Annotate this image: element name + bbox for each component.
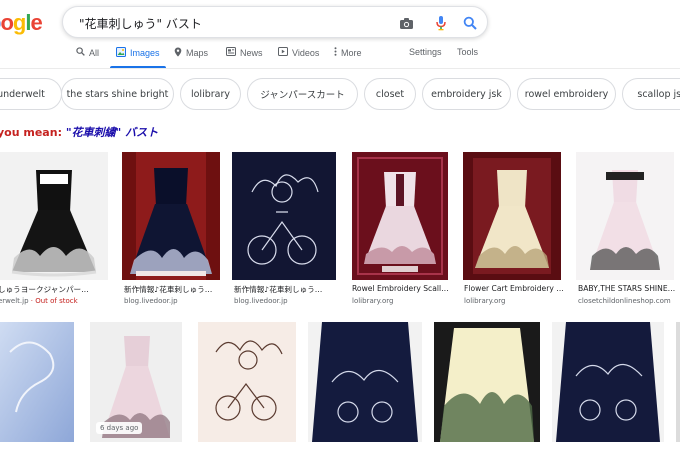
chip-label: underwelt: [0, 88, 45, 100]
search-box[interactable]: "花車刺しゅう" バスト: [62, 6, 488, 38]
chip-label: embroidery jsk: [431, 88, 502, 100]
more-vert-icon: [334, 47, 337, 58]
chip-closet[interactable]: closet: [364, 78, 416, 110]
tab-all[interactable]: All: [76, 47, 99, 58]
chip-scallop-jsk[interactable]: scallop jsk: [622, 78, 680, 110]
result-title[interactable]: Rowel Embroidery Scall…: [352, 284, 464, 293]
result-image-13[interactable]: [676, 322, 680, 442]
result-image-2[interactable]: [122, 152, 220, 280]
settings-link[interactable]: Settings: [409, 47, 442, 57]
related-searches-chips: underwelt the stars shine bright lolibra…: [0, 78, 680, 112]
chip-rowel-embroidery[interactable]: rowel embroidery: [517, 78, 616, 110]
search-icon[interactable]: [461, 14, 479, 32]
result-image-7[interactable]: [0, 322, 74, 442]
result-title[interactable]: 新作情報♪花車刺しゅう…: [124, 284, 236, 295]
result-image-3[interactable]: [232, 152, 336, 280]
result-title[interactable]: しゅうヨークジャンパー…: [0, 284, 110, 295]
date-badge: 6 days ago: [96, 422, 143, 434]
result-source: blog.livedoor.jp: [124, 297, 178, 305]
did-you-mean-prefix: you mean:: [0, 126, 62, 139]
search-tabs: All Images Maps News Videos More Setting…: [0, 44, 680, 69]
chip-underwelt[interactable]: underwelt: [0, 78, 62, 110]
news-icon: [226, 47, 236, 58]
result-title[interactable]: Flower Cart Embroidery …: [464, 284, 576, 293]
result-source: erwelt.jp · Out of stock: [0, 297, 110, 305]
result-image-10[interactable]: [308, 322, 422, 442]
tab-images-label: Images: [130, 48, 160, 58]
result-image-12[interactable]: [552, 322, 664, 442]
tab-maps[interactable]: Maps: [174, 47, 208, 59]
chip-lolibrary[interactable]: lolibrary: [180, 78, 241, 110]
result-image-6[interactable]: [576, 152, 674, 280]
map-pin-icon: [174, 47, 182, 59]
did-you-mean: you mean: "花車刺繍" バスト: [0, 124, 158, 140]
result-image-8[interactable]: 6 days ago: [90, 322, 182, 442]
google-logo[interactable]: oogle: [0, 10, 43, 36]
tab-videos-label: Videos: [292, 47, 320, 58]
chip-label: lolibrary: [190, 88, 231, 100]
chip-jumper-skirt[interactable]: ジャンパースカート: [247, 78, 358, 110]
out-of-stock-label: · Out of stock: [28, 297, 78, 305]
chip-label: ジャンパースカート: [260, 90, 345, 101]
did-you-mean-suggestion[interactable]: "花車刺繍" バスト: [66, 126, 158, 139]
result-image-1[interactable]: [0, 152, 108, 280]
search-input[interactable]: "花車刺しゅう" バスト: [79, 15, 202, 32]
tools-label: Tools: [457, 47, 479, 57]
tabs-divider: [0, 68, 680, 69]
result-source: lolibrary.org: [464, 297, 506, 305]
result-image-11[interactable]: [434, 322, 540, 442]
chip-label: closet: [375, 88, 405, 100]
tab-images[interactable]: Images: [116, 47, 160, 59]
tab-videos[interactable]: Videos: [278, 47, 319, 58]
chip-label: rowel embroidery: [524, 88, 609, 100]
search-icon: [76, 47, 85, 58]
result-source-domain: erwelt.jp: [0, 297, 29, 305]
chip-label: scallop jsk: [637, 88, 680, 100]
camera-icon[interactable]: [397, 14, 415, 32]
tab-news-label: News: [240, 47, 263, 58]
tab-more-label: More: [341, 47, 362, 58]
tab-all-label: All: [89, 47, 100, 58]
chip-embroidery-jsk[interactable]: embroidery jsk: [422, 78, 511, 110]
tab-more[interactable]: More: [334, 47, 362, 58]
settings-label: Settings: [409, 47, 442, 57]
microphone-icon[interactable]: [432, 14, 450, 32]
chip-stars-shine-bright[interactable]: the stars shine bright: [61, 78, 174, 110]
result-image-5[interactable]: [463, 152, 561, 280]
image-icon: [116, 47, 126, 59]
tab-maps-label: Maps: [186, 48, 209, 58]
tab-news[interactable]: News: [226, 47, 263, 58]
result-source: blog.livedoor.jp: [234, 297, 288, 305]
video-icon: [278, 47, 288, 58]
result-source: lolibrary.org: [352, 297, 394, 305]
result-source: closetchildonlineshop.com: [578, 297, 671, 305]
result-image-4[interactable]: [352, 152, 448, 280]
tools-link[interactable]: Tools: [457, 47, 478, 57]
result-title[interactable]: BABY,THE STARS SHINE…: [578, 284, 680, 293]
result-title[interactable]: 新作情報♪花車刺しゅう…: [234, 284, 346, 295]
chip-label: the stars shine bright: [66, 88, 169, 100]
result-image-9[interactable]: [198, 322, 296, 442]
